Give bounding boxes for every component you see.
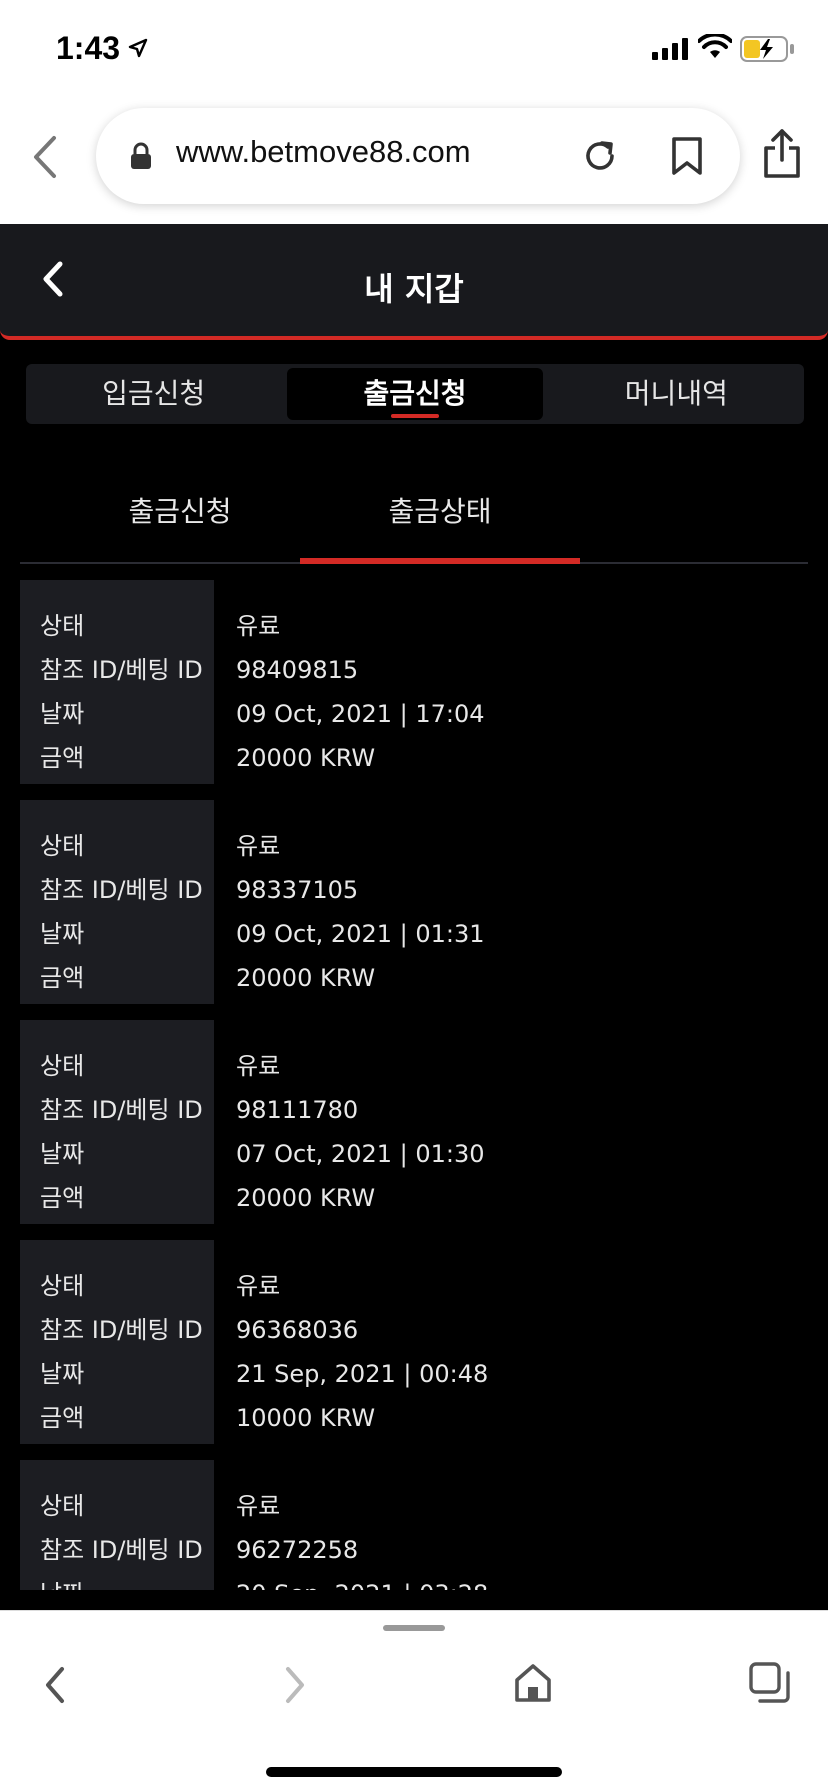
label-amount: 금액 xyxy=(40,1184,85,1212)
label-amount: 금액 xyxy=(40,744,85,772)
record-labels: 상태 참조 ID/베팅 ID 날짜 금액 xyxy=(20,1020,214,1224)
active-subtab-indicator xyxy=(300,558,580,564)
record-values: 유료 96272258 20 Sep, 2021 | 03:28 xyxy=(214,1460,488,1590)
value-date: 20 Sep, 2021 | 03:28 xyxy=(236,1572,488,1590)
battery-charging-icon xyxy=(740,36,794,62)
label-ref-id: 참조 ID/베팅 ID xyxy=(40,876,203,904)
value-ref-id: 98111780 xyxy=(236,1096,359,1124)
home-icon[interactable] xyxy=(514,1663,552,1703)
label-ref-id: 참조 ID/베팅 ID xyxy=(40,1316,203,1344)
value-status: 유료 xyxy=(236,612,281,640)
label-ref-id: 참조 ID/베팅 ID xyxy=(40,1096,203,1124)
value-status: 유료 xyxy=(236,832,281,860)
cellular-signal-icon xyxy=(652,38,688,60)
sub-tabs: 출금신청 출금상태 xyxy=(20,470,808,564)
value-amount: 20000 KRW xyxy=(236,964,376,992)
record-values: 유료 98337105 09 Oct, 2021 | 01:31 20000 K… xyxy=(214,800,485,1004)
record-values: 유료 96368036 21 Sep, 2021 | 00:48 10000 K… xyxy=(214,1240,488,1444)
label-status: 상태 xyxy=(40,1052,85,1080)
toolbar-back-icon[interactable] xyxy=(40,1665,70,1705)
label-date: 날짜 xyxy=(40,1140,85,1168)
label-status: 상태 xyxy=(40,1272,85,1300)
value-amount: 20000 KRW xyxy=(236,1184,376,1212)
label-status: 상태 xyxy=(40,1492,85,1520)
toolbar-forward-icon[interactable] xyxy=(280,1665,310,1705)
value-ref-id: 96368036 xyxy=(236,1316,359,1344)
browser-address-bar: www.betmove88.com xyxy=(0,100,828,224)
value-ref-id: 98337105 xyxy=(236,876,359,904)
record-labels: 상태 참조 ID/베팅 ID 날짜 금액 xyxy=(20,1460,214,1590)
home-indicator xyxy=(266,1767,562,1777)
tab-money-history[interactable]: 머니내역 xyxy=(549,364,804,424)
share-icon[interactable] xyxy=(762,128,802,180)
browser-toolbar xyxy=(0,1610,828,1792)
label-amount: 금액 xyxy=(40,964,85,992)
sheet-grabber[interactable] xyxy=(383,1625,445,1631)
value-status: 유료 xyxy=(236,1052,281,1080)
record-item: 상태 참조 ID/베팅 ID 날짜 금액 유료 98111780 07 Oct,… xyxy=(20,1020,808,1224)
main-tabs: 입금신청 출금신청 머니내역 xyxy=(26,364,804,424)
value-amount: 20000 KRW xyxy=(236,744,376,772)
record-labels: 상태 참조 ID/베팅 ID 날짜 금액 xyxy=(20,800,214,1004)
label-date: 날짜 xyxy=(40,1360,85,1388)
value-status: 유료 xyxy=(236,1492,281,1520)
wallet-header: 내 지갑 xyxy=(0,224,828,340)
record-item: 상태 참조 ID/베팅 ID 날짜 금액 유료 96272258 20 Sep,… xyxy=(20,1460,808,1590)
value-amount: 10000 KRW xyxy=(236,1404,376,1432)
label-date: 날짜 xyxy=(40,920,85,948)
tabs-overview-icon[interactable] xyxy=(748,1661,792,1705)
subtab-withdraw-status[interactable]: 출금상태 xyxy=(300,490,580,530)
bookmark-icon[interactable] xyxy=(670,136,704,176)
record-item: 상태 참조 ID/베팅 ID 날짜 금액 유료 96368036 21 Sep,… xyxy=(20,1240,808,1444)
label-ref-id: 참조 ID/베팅 ID xyxy=(40,1536,203,1564)
label-status: 상태 xyxy=(40,832,85,860)
browser-back-icon[interactable] xyxy=(30,134,60,180)
subtab-withdraw-request[interactable]: 출금신청 xyxy=(40,490,320,530)
label-date: 날짜 xyxy=(40,700,85,728)
location-arrow-icon xyxy=(128,38,148,58)
value-date: 09 Oct, 2021 | 17:04 xyxy=(236,700,485,728)
tab-withdraw-request[interactable]: 출금신청 xyxy=(287,368,543,420)
value-ref-id: 96272258 xyxy=(236,1536,359,1564)
status-bar: 1:43 xyxy=(0,0,828,100)
value-ref-id: 98409815 xyxy=(236,656,359,684)
lock-icon xyxy=(131,142,151,169)
record-values: 유료 98111780 07 Oct, 2021 | 01:30 20000 K… xyxy=(214,1020,485,1224)
record-labels: 상태 참조 ID/베팅 ID 날짜 금액 xyxy=(20,580,214,784)
value-date: 21 Sep, 2021 | 00:48 xyxy=(236,1360,489,1388)
wifi-icon xyxy=(698,34,732,58)
status-time: 1:43 xyxy=(56,30,121,66)
record-item: 상태 참조 ID/베팅 ID 날짜 금액 유료 98337105 09 Oct,… xyxy=(20,800,808,1004)
label-status: 상태 xyxy=(40,612,85,640)
label-date: 날짜 xyxy=(40,1572,214,1590)
record-labels: 상태 참조 ID/베팅 ID 날짜 금액 xyxy=(20,1240,214,1444)
page-title: 내 지갑 xyxy=(364,270,464,308)
value-date: 09 Oct, 2021 | 01:31 xyxy=(236,920,485,948)
label-amount: 금액 xyxy=(40,1404,85,1432)
reload-icon[interactable] xyxy=(580,136,620,176)
url-text: www.betmove88.com xyxy=(176,134,471,169)
record-item: 상태 참조 ID/베팅 ID 날짜 금액 유료 98409815 09 Oct,… xyxy=(20,580,808,784)
withdrawal-records-list[interactable]: 상태 참조 ID/베팅 ID 날짜 금액 유료 98409815 09 Oct,… xyxy=(20,580,808,1590)
tab-deposit-request[interactable]: 입금신청 xyxy=(26,364,281,424)
url-field[interactable]: www.betmove88.com xyxy=(96,108,740,204)
record-values: 유료 98409815 09 Oct, 2021 | 17:04 20000 K… xyxy=(214,580,485,784)
value-status: 유료 xyxy=(236,1272,281,1300)
value-date: 07 Oct, 2021 | 01:30 xyxy=(236,1140,485,1168)
label-ref-id: 참조 ID/베팅 ID xyxy=(40,656,203,684)
